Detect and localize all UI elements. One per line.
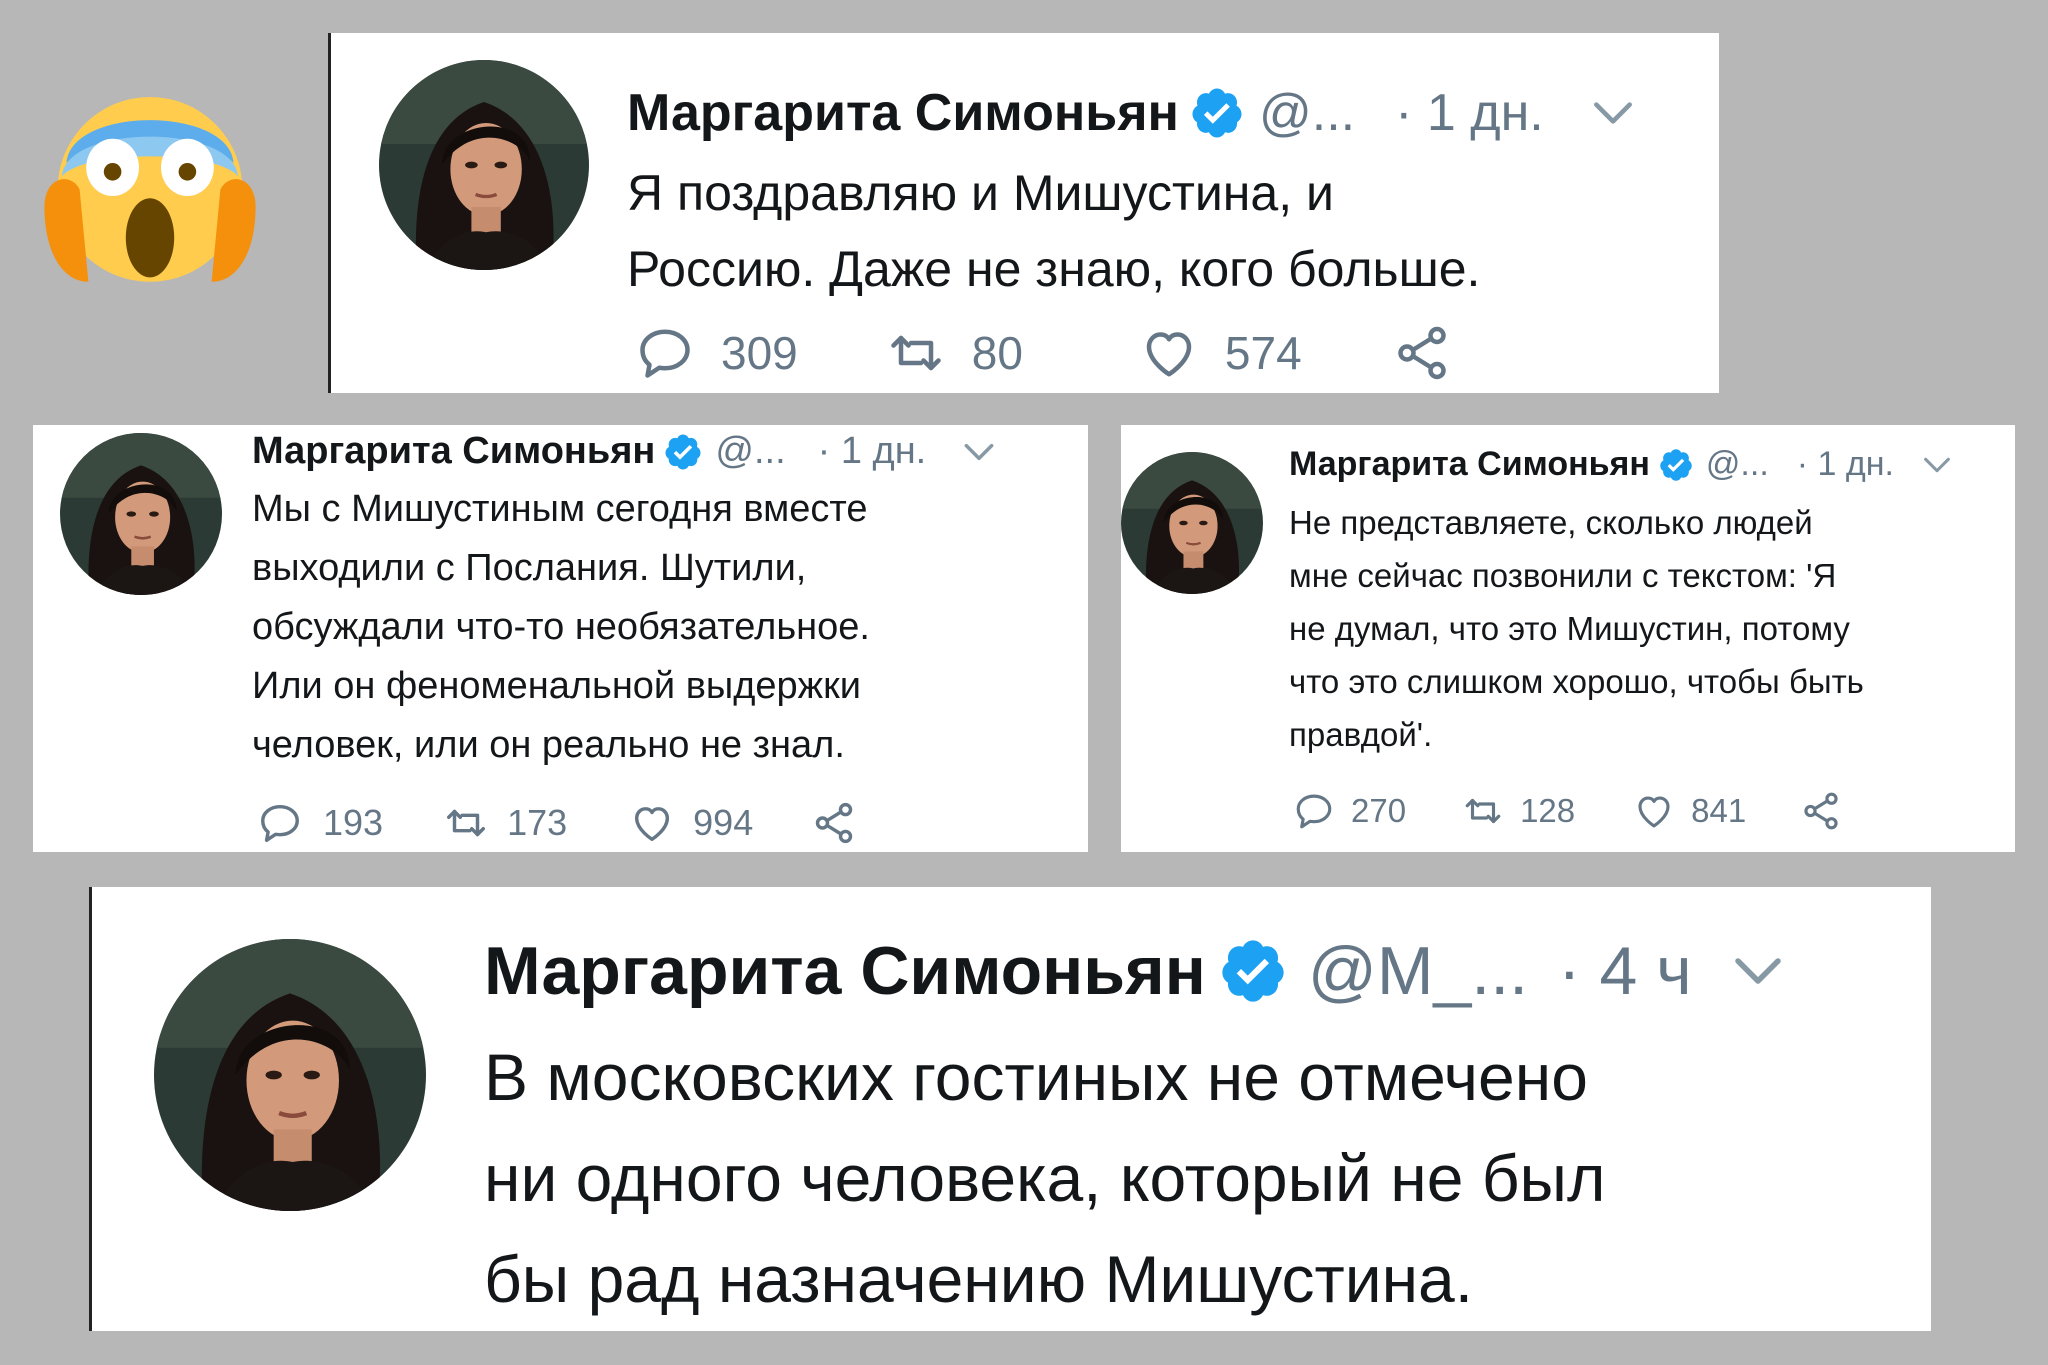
tweet-header: Маргарита Симоньян @... · 1 дн. bbox=[627, 83, 1638, 143]
like-count: 841 bbox=[1691, 792, 1747, 829]
reply-button[interactable]: 270 bbox=[1293, 790, 1406, 832]
tweet-text-line: что это слишком хорошо, чтобы быть bbox=[1289, 663, 1864, 700]
tweet-text-line: обсуждали что-то необязательное. bbox=[252, 606, 870, 648]
like-icon bbox=[1633, 790, 1675, 832]
retweet-button[interactable]: 173 bbox=[443, 800, 567, 846]
tweet-actions: 270 128 841 bbox=[1293, 790, 1842, 832]
author-name[interactable]: Маргарита Симоньян bbox=[627, 83, 1179, 143]
tweet-card[interactable]: Маргарита Симоньян @... · 1 дн. Не предс… bbox=[1121, 425, 2015, 852]
share-button[interactable] bbox=[1800, 790, 1842, 832]
timestamp[interactable]: · 4 ч bbox=[1558, 932, 1692, 1010]
author-handle[interactable]: @... bbox=[1706, 445, 1769, 484]
reply-count: 193 bbox=[323, 802, 384, 843]
screaming-face-emoji bbox=[44, 97, 256, 282]
tweet-text-line: бы рад назначению Мишустина. bbox=[484, 1242, 1474, 1316]
tweet-text-line: человек, или он реально не знал. bbox=[252, 724, 845, 766]
share-icon bbox=[1800, 790, 1842, 832]
like-count: 574 bbox=[1224, 327, 1302, 379]
author-name[interactable]: Маргарита Симоньян bbox=[484, 932, 1206, 1010]
timestamp[interactable]: · 1 дн. bbox=[1395, 83, 1544, 143]
tweet-header: Маргарита Симоньян @... · 1 дн. bbox=[1289, 445, 1954, 484]
chevron-down-icon[interactable] bbox=[1920, 448, 1954, 482]
author-handle[interactable]: @... bbox=[715, 430, 785, 473]
tweet-card[interactable]: Маргарита Симоньян @M_... · 4 ч В москов… bbox=[89, 887, 1931, 1331]
like-button[interactable]: 994 bbox=[629, 800, 753, 846]
tweet-actions: 193 173 994 bbox=[257, 800, 857, 846]
like-count: 994 bbox=[693, 802, 754, 843]
tweet-text-line: не думал, что это Мишустин, потому bbox=[1289, 610, 1850, 647]
like-button[interactable]: 841 bbox=[1633, 790, 1746, 832]
tweet-text-line: ни одного человека, который не был bbox=[484, 1141, 1606, 1215]
share-icon bbox=[811, 800, 857, 846]
tweet-text: Я поздравляю и Мишустина, и Россию. Даже… bbox=[627, 155, 1480, 307]
avatar[interactable] bbox=[379, 60, 589, 270]
tweet-card[interactable]: Маргарита Симоньян @... · 1 дн. Я поздра… bbox=[328, 33, 1719, 393]
retweet-count: 173 bbox=[507, 802, 568, 843]
chevron-down-icon[interactable] bbox=[1728, 941, 1788, 1001]
retweet-icon bbox=[1462, 790, 1504, 832]
tweet-text-line: Мы с Мишустиным сегодня вместе bbox=[252, 488, 868, 530]
tweet-text: В московских гостиных не отмечено ни одн… bbox=[484, 1027, 1605, 1330]
tweet-text-line: Или он феноменальной выдержки bbox=[252, 665, 861, 707]
retweet-count: 80 bbox=[971, 327, 1023, 379]
tweet-text-line: Россию. Даже не знаю, кого больше. bbox=[627, 241, 1481, 297]
chevron-down-icon[interactable] bbox=[960, 433, 998, 471]
tweet-text-line: Я поздравляю и Мишустина, и bbox=[627, 165, 1334, 221]
tweet-text-line: мне сейчас позвонили с текстом: 'Я bbox=[1289, 557, 1837, 594]
tweet-text-line: В московских гостиных не отмечено bbox=[484, 1040, 1588, 1114]
reply-icon bbox=[635, 323, 695, 383]
like-icon bbox=[1139, 323, 1199, 383]
reply-count: 270 bbox=[1351, 792, 1407, 829]
tweet-text: Не представляете, сколько людей мне сейч… bbox=[1289, 496, 1864, 761]
share-button[interactable] bbox=[1392, 323, 1452, 383]
retweet-count: 128 bbox=[1520, 792, 1576, 829]
tweet-card[interactable]: Маргарита Симоньян @... · 1 дн. Мы с Миш… bbox=[33, 425, 1088, 852]
chevron-down-icon[interactable] bbox=[1588, 88, 1638, 138]
reply-count: 309 bbox=[721, 327, 798, 379]
verified-badge-icon bbox=[1218, 936, 1288, 1006]
tweet-text-line: Не представляете, сколько людей bbox=[1289, 504, 1813, 541]
verified-badge-icon bbox=[663, 432, 703, 472]
tweet-text-line: правдой'. bbox=[1289, 716, 1433, 753]
timestamp[interactable]: · 1 дн. bbox=[818, 430, 927, 473]
like-icon bbox=[629, 800, 675, 846]
avatar[interactable] bbox=[154, 939, 426, 1211]
like-button[interactable]: 574 bbox=[1139, 323, 1302, 383]
share-button[interactable] bbox=[811, 800, 857, 846]
share-icon bbox=[1392, 323, 1452, 383]
reply-icon bbox=[257, 800, 303, 846]
reply-button[interactable]: 193 bbox=[257, 800, 383, 846]
author-name[interactable]: Маргарита Симоньян bbox=[252, 430, 655, 473]
tweet-text-line: выходили с Послания. Шутили, bbox=[252, 547, 807, 589]
author-name[interactable]: Маргарита Симоньян bbox=[1289, 445, 1650, 484]
tweet-header: Маргарита Симоньян @M_... · 4 ч bbox=[484, 932, 1788, 1010]
reply-button[interactable]: 309 bbox=[635, 323, 798, 383]
timestamp[interactable]: · 1 дн. bbox=[1797, 445, 1894, 484]
author-handle[interactable]: @... bbox=[1259, 83, 1355, 143]
retweet-button[interactable]: 80 bbox=[886, 323, 1023, 383]
author-handle[interactable]: @M_... bbox=[1308, 932, 1528, 1010]
tweet-header: Маргарита Симоньян @... · 1 дн. bbox=[252, 430, 998, 473]
tweet-text: Мы с Мишустиным сегодня вместе выходили … bbox=[252, 480, 870, 775]
avatar[interactable] bbox=[60, 433, 222, 595]
avatar[interactable] bbox=[1121, 452, 1263, 594]
verified-badge-icon bbox=[1189, 85, 1245, 141]
tweet-actions: 309 80 574 bbox=[635, 323, 1452, 383]
reply-icon bbox=[1293, 790, 1335, 832]
retweet-icon bbox=[443, 800, 489, 846]
retweet-button[interactable]: 128 bbox=[1462, 790, 1575, 832]
retweet-icon bbox=[886, 323, 946, 383]
verified-badge-icon bbox=[1658, 447, 1694, 483]
